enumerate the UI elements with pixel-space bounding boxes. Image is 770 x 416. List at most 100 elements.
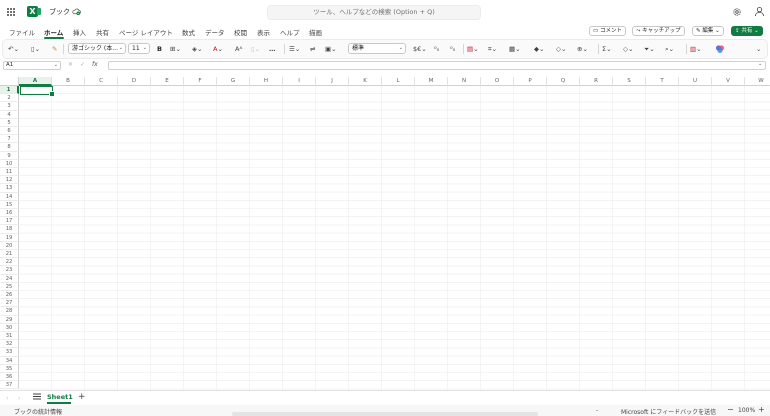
conditional-format-icon[interactable]: ▤⌄ (467, 44, 479, 54)
feedback-link[interactable]: Microsoft にフィードバックを送信 (621, 407, 716, 416)
tab-share[interactable]: 共有 (96, 27, 109, 37)
row-header[interactable]: 3 (0, 102, 19, 111)
all-sheets-icon[interactable] (33, 393, 41, 400)
font-size-select[interactable]: 11 ⌄ (128, 43, 150, 54)
insert-function-button[interactable]: fx (92, 61, 98, 68)
row-header[interactable]: 26 (0, 291, 19, 300)
column-header[interactable]: Q (547, 77, 580, 86)
insert-cells-icon[interactable]: ⌗⌄ (488, 44, 497, 54)
column-header[interactable]: W (745, 77, 770, 86)
row-header[interactable]: 15 (0, 200, 19, 209)
row-header[interactable]: 28 (0, 307, 19, 316)
cancel-icon[interactable]: ✕ (68, 61, 73, 68)
decrease-decimal-icon[interactable]: ⁰₀ (434, 44, 439, 54)
selected-cell-a1[interactable] (20, 86, 55, 97)
tab-review[interactable]: 校閲 (234, 27, 247, 37)
column-header[interactable]: V (712, 77, 745, 86)
row-header[interactable]: 30 (0, 323, 19, 332)
ribbon-expand-icon[interactable]: ⌄ (756, 44, 761, 54)
share-button[interactable]: ⇪ 共有 ⌄ (731, 26, 763, 36)
select-all-button[interactable] (0, 77, 19, 86)
row-header[interactable]: 10 (0, 159, 19, 168)
row-header[interactable]: 27 (0, 299, 19, 308)
horizontal-scrollbar[interactable] (232, 412, 538, 416)
app-launcher-icon[interactable] (7, 8, 16, 17)
merge-cells-icon[interactable]: ▣⌄ (325, 44, 337, 54)
row-header[interactable]: 2 (0, 94, 19, 103)
fill-color-icon[interactable]: ◈⌄ (192, 44, 202, 54)
row-header[interactable]: 5 (0, 118, 19, 127)
column-header[interactable]: R (580, 77, 613, 86)
row-header[interactable]: 22 (0, 258, 19, 267)
column-header[interactable]: F (184, 77, 217, 86)
row-header[interactable]: 13 (0, 184, 19, 193)
tab-page-layout[interactable]: ページ レイアウト (119, 27, 173, 37)
previous-sheet-icon[interactable]: ‹ (6, 395, 8, 402)
wrap-text-icon[interactable]: ⇌ (310, 44, 315, 54)
formula-input[interactable] (108, 61, 766, 70)
cell-area[interactable] (19, 86, 770, 390)
row-header[interactable]: 36 (0, 373, 19, 382)
format-painter-icon[interactable]: ✎ (52, 44, 57, 54)
tab-data[interactable]: データ (205, 27, 225, 37)
edit-mode-button[interactable]: ✎ 編集 ⌄ (692, 26, 724, 36)
borders-icon[interactable]: ⊞⌄ (170, 44, 181, 54)
clear-format-icon[interactable]: ▯⌄ (251, 44, 260, 54)
number-format-select[interactable]: 標準 ⌄ (348, 43, 406, 54)
account-icon[interactable] (754, 6, 765, 17)
workbook-statistics-button[interactable]: ブックの統計情報 (14, 407, 62, 416)
column-header[interactable]: L (382, 77, 415, 86)
column-header[interactable]: N (448, 77, 481, 86)
row-header[interactable]: 24 (0, 274, 19, 283)
cloud-saved-icon[interactable] (72, 7, 81, 16)
row-header[interactable]: 20 (0, 241, 19, 250)
tab-home[interactable]: ホーム (44, 27, 63, 37)
row-header[interactable]: 4 (0, 110, 19, 119)
worksheet-grid[interactable]: ABCDEFGHIJKLMNOPQRSTUVW 1 2 3 4 5 6 7 8 9 10 11 12 1… (0, 77, 770, 390)
row-header[interactable]: 31 (0, 332, 19, 341)
font-name-select[interactable]: 游ゴシック (本... ⌄ (68, 43, 126, 54)
tab-help[interactable]: ヘルプ (280, 27, 300, 37)
enter-icon[interactable]: ✓ (80, 61, 85, 68)
currency-format-button[interactable]: $€⌄ (413, 44, 427, 54)
row-header[interactable]: 11 (0, 168, 19, 177)
row-header[interactable]: 19 (0, 233, 19, 242)
column-header[interactable]: I (283, 77, 316, 86)
row-header[interactable]: 29 (0, 315, 19, 324)
paste-icon[interactable]: ▯⌄ (31, 44, 40, 54)
sheet-tab-sheet1[interactable]: Sheet1 (47, 393, 73, 401)
zoom-level[interactable]: 100% (738, 407, 755, 414)
align-icon[interactable]: ☰⌄ (289, 44, 300, 54)
row-header[interactable]: 8 (0, 143, 19, 152)
column-header[interactable]: B (52, 77, 85, 86)
zoom-out-button[interactable]: − (727, 405, 734, 414)
row-header[interactable]: 21 (0, 250, 19, 259)
clear-icon[interactable]: ◇⌄ (623, 44, 633, 54)
search-input[interactable]: ツール、ヘルプなどの検索 (Option + Q) (267, 5, 481, 20)
name-box[interactable]: A1 ⌄ (3, 61, 61, 70)
column-header[interactable]: M (415, 77, 448, 86)
comment-button[interactable]: ▭ コメント (589, 26, 626, 36)
column-header[interactable]: K (349, 77, 382, 86)
bold-button[interactable]: B (157, 44, 162, 54)
row-header[interactable]: 34 (0, 356, 19, 365)
column-header[interactable]: D (118, 77, 151, 86)
column-header[interactable]: H (250, 77, 283, 86)
tab-insert[interactable]: 挿入 (73, 27, 86, 37)
table-format-icon[interactable]: ▦⌄ (509, 44, 521, 54)
font-color-icon[interactable]: A⌄ (213, 44, 223, 54)
cell-styles-icon[interactable]: ◆⌄ (534, 44, 544, 54)
more-options-button[interactable]: … (269, 44, 276, 54)
excel-logo-icon[interactable]: X (27, 6, 41, 17)
row-header[interactable]: 25 (0, 282, 19, 291)
workbook-title[interactable]: ブック (49, 7, 70, 17)
column-header[interactable]: O (481, 77, 514, 86)
tab-file[interactable]: ファイル (9, 27, 35, 37)
row-header[interactable]: 6 (0, 127, 19, 136)
row-header[interactable]: 32 (0, 340, 19, 349)
row-header[interactable]: 35 (0, 364, 19, 373)
sort-filter-icon[interactable]: ⏷⌄ (644, 44, 655, 54)
row-header[interactable]: 17 (0, 217, 19, 226)
row-header[interactable]: 12 (0, 176, 19, 185)
font-size-increase-icon[interactable]: Aᴬ (235, 44, 242, 54)
